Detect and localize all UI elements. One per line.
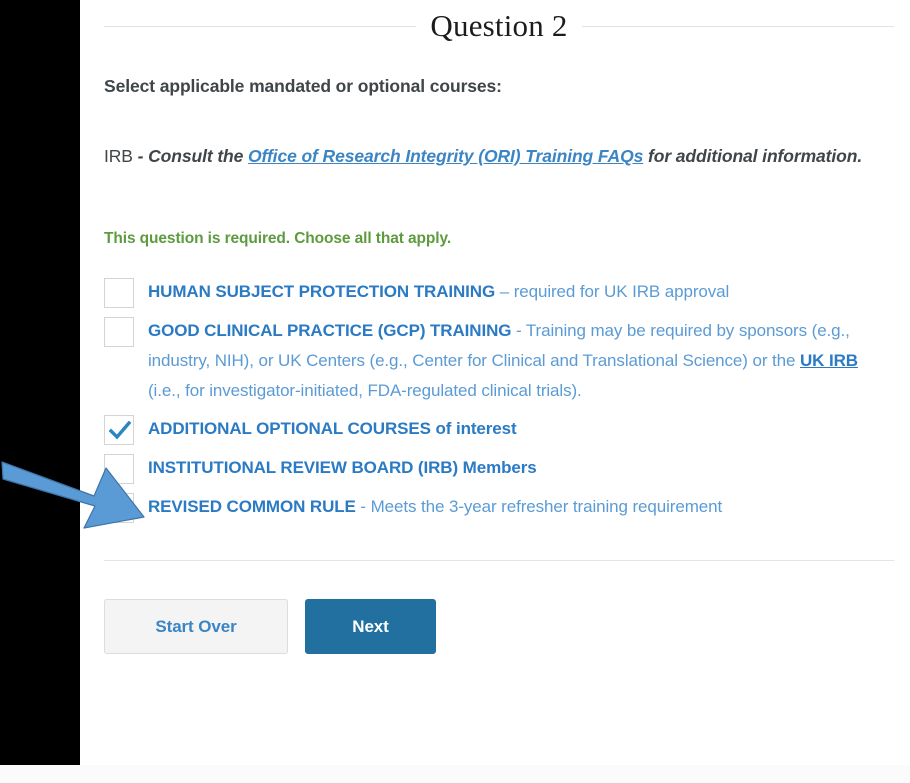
option-label: ADDITIONAL OPTIONAL COURSES of interest (148, 414, 517, 444)
question-prompt: Select applicable mandated or optional c… (104, 76, 502, 96)
uk-irb-link[interactable]: UK IRB (800, 351, 858, 370)
option-title: ADDITIONAL OPTIONAL COURSES of interest (148, 419, 517, 438)
page-bottom-strip (0, 765, 910, 783)
question-content: Question 2 Select applicable mandated or… (104, 0, 894, 654)
option-title: INSTITUTIONAL REVIEW BOARD (IRB) Members (148, 458, 537, 477)
irb-instruction: IRB - Consult the Office of Research Int… (104, 138, 894, 175)
option-label: GOOD CLINICAL PRACTICE (GCP) TRAINING - … (148, 316, 894, 406)
option-irb-members[interactable]: INSTITUTIONAL REVIEW BOARD (IRB) Members (104, 453, 894, 484)
options-list: HUMAN SUBJECT PROTECTION TRAINING – requ… (104, 277, 894, 523)
option-title: REVISED COMMON RULE (148, 497, 356, 516)
option-good-clinical-practice-training[interactable]: GOOD CLINICAL PRACTICE (GCP) TRAINING - … (104, 316, 894, 406)
option-revised-common-rule[interactable]: REVISED COMMON RULE - Meets the 3-year r… (104, 492, 894, 523)
left-black-band (0, 0, 80, 765)
option-label: INSTITUTIONAL REVIEW BOARD (IRB) Members (148, 453, 537, 483)
ori-training-faqs-link[interactable]: Office of Research Integrity (ORI) Train… (248, 146, 643, 166)
next-button[interactable]: Next (305, 599, 436, 654)
option-description-part-2: (i.e., for investigator-initiated, FDA-r… (148, 381, 582, 400)
check-icon (109, 421, 131, 440)
option-title: HUMAN SUBJECT PROTECTION TRAINING (148, 282, 496, 301)
required-message: This question is required. Choose all th… (104, 230, 452, 247)
option-title: GOOD CLINICAL PRACTICE (GCP) TRAINING (148, 321, 512, 340)
irb-after-link-text: for additional information. (643, 146, 863, 166)
checkbox-additional-optional-courses[interactable] (104, 415, 134, 445)
checkbox-revised-common-rule[interactable] (104, 493, 134, 523)
option-human-subject-protection-training[interactable]: HUMAN SUBJECT PROTECTION TRAINING – requ… (104, 277, 894, 308)
option-description: - Meets the 3-year refresher training re… (355, 497, 723, 516)
option-additional-optional-courses[interactable]: ADDITIONAL OPTIONAL COURSES of interest (104, 414, 894, 445)
start-over-button[interactable]: Start Over (104, 599, 288, 654)
footer-buttons: Start Over Next (104, 599, 894, 654)
question-page: Question 2 Select applicable mandated or… (0, 0, 910, 783)
checkbox-good-clinical-practice-training[interactable] (104, 317, 134, 347)
checkbox-human-subject-protection-training[interactable] (104, 278, 134, 308)
footer-divider (104, 560, 894, 561)
page-title: Question 2 (430, 8, 568, 43)
option-label: REVISED COMMON RULE - Meets the 3-year r… (148, 492, 722, 522)
title-rule-right (581, 25, 894, 27)
checkbox-irb-members[interactable] (104, 454, 134, 484)
irb-prefix-text: IRB (104, 146, 133, 166)
option-label: HUMAN SUBJECT PROTECTION TRAINING – requ… (148, 277, 729, 307)
option-description: – required for UK IRB approval (495, 282, 730, 301)
irb-before-link-text: - Consult the (132, 146, 249, 166)
page-title-row: Question 2 (104, 2, 894, 50)
title-rule-left (104, 25, 417, 27)
